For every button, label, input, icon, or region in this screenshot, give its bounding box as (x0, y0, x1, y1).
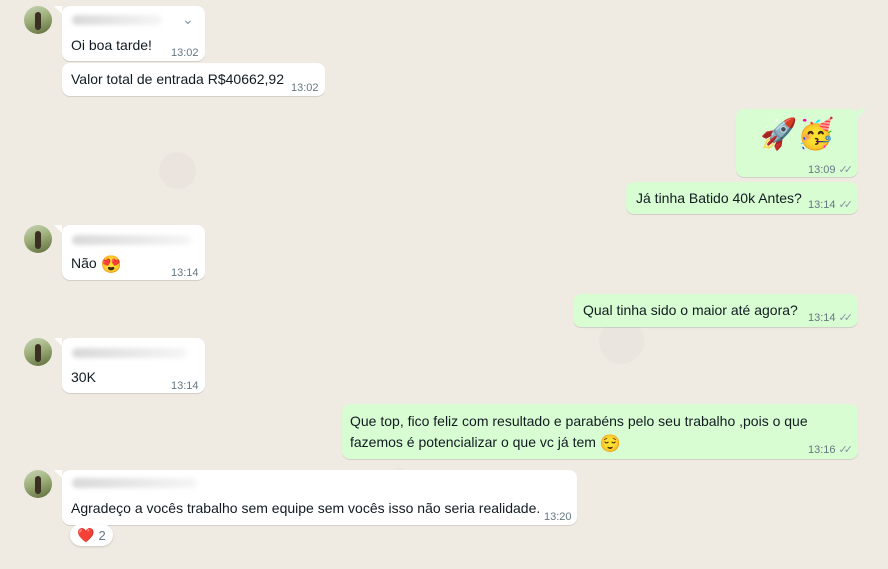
reaction-count: 2 (98, 527, 106, 543)
incoming-message-bubble[interactable]: Não 😍 13:14 (62, 225, 205, 280)
heart-reaction-icon: ❤️ (77, 526, 95, 543)
contact-avatar[interactable] (24, 470, 52, 498)
sender-name-blurred (72, 348, 187, 358)
outgoing-message-bubble[interactable]: 🚀🥳 13:09 ✓✓ (736, 109, 858, 177)
message-time: 13:02 (291, 82, 319, 94)
contact-avatar[interactable] (24, 338, 52, 366)
sender-name-blurred (72, 15, 162, 25)
sender-name-blurred (72, 235, 192, 245)
double-check-icon: ✓✓ (838, 199, 854, 211)
message-text: Não 😍 (71, 255, 122, 274)
message-time: 13:02 (171, 47, 199, 59)
message-text: Valor total de entrada R$40662,92 (71, 71, 285, 87)
message-time: 13:14 (171, 267, 199, 279)
message-text: Agradeço a vocês trabalho sem equipe sem… (71, 500, 541, 516)
incoming-message-bubble[interactable]: Valor total de entrada R$40662,92 13:02 (62, 63, 325, 96)
bubble-tail (54, 338, 62, 346)
double-check-icon: ✓✓ (838, 312, 854, 324)
message-time: 13:20 (544, 511, 572, 523)
message-text: Já tinha Batido 40k Antes? (636, 190, 802, 206)
relieved-face-emoji: 😌 (599, 434, 621, 453)
bubble-tail (54, 470, 62, 478)
incoming-message-bubble[interactable]: ⌄ Oi boa tarde! 13:02 (62, 6, 205, 61)
bubble-tail (54, 225, 62, 233)
message-emoji: 🚀🥳 (760, 118, 835, 151)
incoming-message-bubble[interactable]: Agradeço a vocês trabalho sem equipe sem… (62, 470, 577, 525)
contact-avatar[interactable] (24, 225, 52, 253)
bubble-tail (54, 6, 62, 14)
sender-name-blurred (72, 478, 197, 488)
message-time-status: 13:16 ✓✓ (808, 444, 854, 456)
outgoing-message-bubble[interactable]: Que top, fico feliz com resultado e para… (342, 404, 858, 459)
heart-eyes-emoji: 😍 (100, 255, 122, 274)
reaction-badge[interactable]: ❤️ 2 (70, 524, 113, 546)
outgoing-message-bubble[interactable]: Qual tinha sido o maior até agora? 13:14… (573, 294, 858, 327)
message-text: 30K (71, 369, 96, 385)
message-text: Oi boa tarde! (71, 37, 152, 53)
bubble-tail (858, 109, 866, 117)
incoming-message-bubble[interactable]: 30K 13:14 (62, 338, 205, 393)
message-time-status: 13:14 ✓✓ (808, 312, 854, 324)
contact-avatar[interactable] (24, 6, 52, 34)
message-time: 13:14 (171, 380, 199, 392)
message-text: Qual tinha sido o maior até agora? (583, 302, 798, 318)
message-text-line1: Que top, fico feliz com resultado e para… (350, 413, 808, 429)
message-time-status: 13:09 ✓✓ (808, 164, 854, 176)
message-time-status: 13:14 ✓✓ (808, 199, 854, 211)
double-check-icon: ✓✓ (838, 164, 854, 176)
double-check-icon: ✓✓ (838, 444, 854, 456)
outgoing-message-bubble[interactable]: Já tinha Batido 40k Antes? 13:14 ✓✓ (626, 182, 858, 214)
message-text-line2: fazemos é potencializar o que vc já tem … (350, 434, 621, 453)
chevron-down-icon[interactable]: ⌄ (182, 10, 194, 29)
